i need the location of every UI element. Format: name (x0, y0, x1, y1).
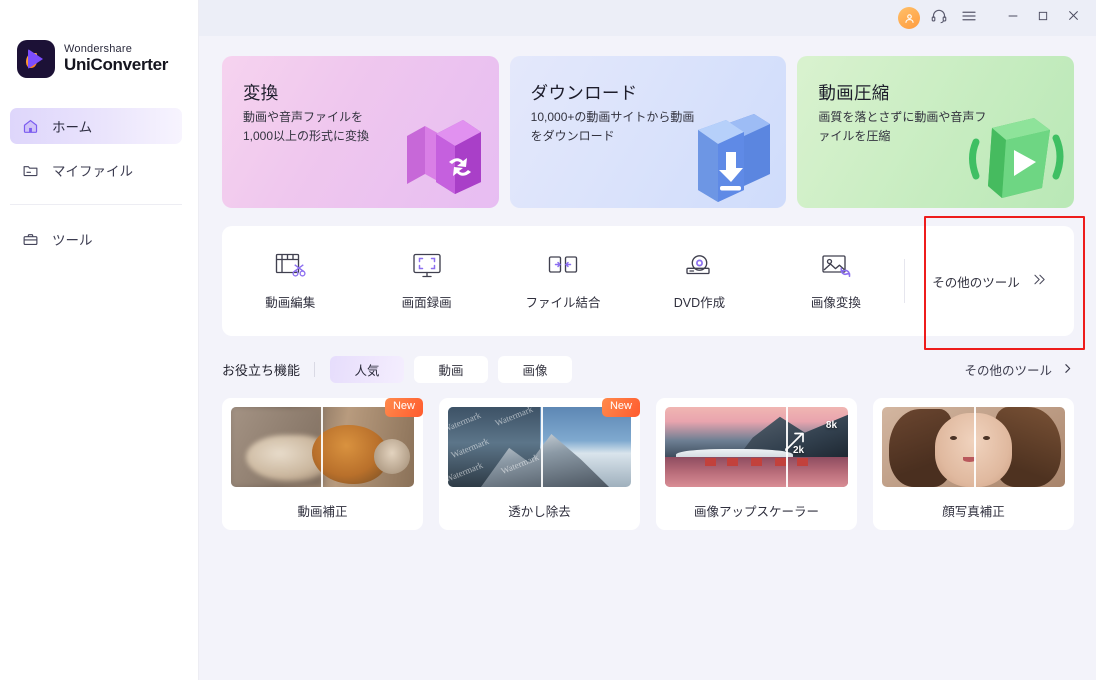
filter-more-tools-link[interactable]: その他のツール (964, 360, 1074, 379)
tools-strip: 動画編集 画面録画 ファイル結合 DVD作成 画像変換 その他のツール (222, 226, 1074, 336)
sidebar-item-myfiles[interactable]: マイファイル (10, 152, 182, 188)
filter-chip-popular[interactable]: 人気 (330, 356, 405, 383)
hero-card-title: ダウンロード (530, 83, 638, 103)
main-area: 変換 動画や音声ファイルを1,000以上の形式に変換 ダウンロード 10,000… (199, 0, 1096, 680)
image-upscale-thumb: 2k 8k (665, 407, 848, 487)
sidebar: Wondershare UniConverter ホーム マイファイル ツール (0, 0, 199, 680)
toolbox-icon (22, 231, 39, 248)
hero-card-download[interactable]: ダウンロード 10,000+の動画サイトから動画をダウンロード (509, 56, 787, 208)
headset-icon (930, 7, 948, 30)
filter-section-title: お役立ち機能 (222, 363, 301, 378)
logo-mark-icon (17, 40, 55, 78)
feature-card-image-upscaler[interactable]: 2k 8k 画像アップスケーラー (656, 398, 857, 530)
content: 変換 動画や音声ファイルを1,000以上の形式に変換 ダウンロード 10,000… (199, 36, 1096, 680)
filter-divider (314, 362, 316, 377)
new-badge: New (384, 398, 423, 417)
more-tools-button[interactable]: その他のツール (904, 259, 1074, 303)
feature-card-label: 画像アップスケーラー (693, 505, 819, 519)
sidebar-item-label: ホーム (52, 120, 93, 135)
image-convert-icon (819, 251, 853, 281)
double-chevron-right-icon (1030, 271, 1047, 291)
tool-dvd-burn[interactable]: DVD作成 (631, 226, 767, 336)
face-retouch-thumb (882, 407, 1065, 487)
uniconverter-window: Wondershare UniConverter ホーム マイファイル ツール … (0, 0, 1096, 680)
tool-label: 画面録画 (401, 296, 452, 310)
brand-line-2: UniConverter (64, 54, 169, 74)
chevron-right-icon (1061, 362, 1074, 378)
watermark-remove-thumb: Watermark Watermark Watermark Watermark … (448, 407, 631, 487)
tool-label: 動画編集 (265, 296, 316, 310)
screen-record-icon (410, 251, 444, 281)
hero-card-title: 変換 (243, 83, 279, 103)
new-badge: New (601, 398, 640, 417)
hero-card-compress[interactable]: 動画圧縮 画質を落とさずに動画や音声ファイルを圧縮 (797, 56, 1075, 208)
feature-card-label: 顔写真補正 (942, 505, 1005, 519)
user-avatar-icon (898, 7, 920, 29)
filter-more-label: その他のツール (964, 364, 1052, 378)
tool-label: ファイル結合 (525, 296, 601, 310)
home-icon (22, 118, 39, 135)
merge-files-icon (546, 251, 580, 281)
upscale-from-label: 2k (792, 445, 805, 457)
feature-card-label: 透かし除去 (508, 505, 571, 519)
feature-card-video-enhance[interactable]: New 動画補正 (222, 398, 423, 530)
hero-card-desc: 動画や音声ファイルを1,000以上の形式に変換 (243, 110, 370, 143)
minimize-icon (1005, 8, 1021, 29)
tool-merge-files[interactable]: ファイル結合 (495, 226, 631, 336)
tool-image-convert[interactable]: 画像変換 (768, 226, 904, 336)
sidebar-nav: ホーム マイファイル ツール (0, 108, 198, 257)
sidebar-divider (10, 204, 182, 205)
hero-card-convert[interactable]: 変換 動画や音声ファイルを1,000以上の形式に変換 (222, 56, 499, 208)
feature-card-watermark-remove[interactable]: Watermark Watermark Watermark Watermark … (439, 398, 640, 530)
convert-3d-icon (406, 120, 481, 194)
filter-row: お役立ち機能 人気 動画 画像 その他のツール (222, 356, 1074, 383)
compress-3d-icon (969, 118, 1064, 198)
support-button[interactable] (924, 3, 954, 33)
tool-label: 画像変換 (810, 296, 861, 310)
app-logo: Wondershare UniConverter (0, 0, 198, 78)
tools-strip-wrap: 動画編集 画面録画 ファイル結合 DVD作成 画像変換 その他のツール (222, 216, 1085, 350)
upscale-to-label: 8k (825, 419, 838, 431)
feature-card-row: New 動画補正 Watermark Watermark Watermark W… (222, 398, 1074, 530)
maximize-button[interactable] (1028, 3, 1058, 33)
video-enhance-thumb (231, 407, 414, 487)
minimize-button[interactable] (998, 3, 1028, 33)
download-3d-icon (698, 114, 771, 202)
feature-card-face-retouch[interactable]: 顔写真補正 (873, 398, 1074, 530)
filter-chip-video[interactable]: 動画 (414, 356, 489, 383)
tool-label: DVD作成 (673, 296, 726, 310)
feature-card-label: 動画補正 (297, 505, 348, 519)
sidebar-item-label: マイファイル (52, 164, 133, 179)
video-edit-icon (273, 251, 307, 281)
hero-card-row: 変換 動画や音声ファイルを1,000以上の形式に変換 ダウンロード 10,000… (222, 56, 1075, 208)
menu-button[interactable] (954, 3, 984, 33)
filter-chip-image[interactable]: 画像 (498, 356, 573, 383)
tool-screen-record[interactable]: 画面録画 (358, 226, 494, 336)
dvd-burn-icon (682, 251, 716, 281)
folder-icon (22, 162, 39, 179)
account-button[interactable] (894, 3, 924, 33)
titlebar (199, 0, 1096, 36)
sidebar-item-tools[interactable]: ツール (10, 221, 182, 257)
sidebar-item-home[interactable]: ホーム (10, 108, 182, 144)
more-tools-label: その他のツール (932, 275, 1020, 290)
maximize-icon (1035, 8, 1051, 29)
close-icon (1065, 7, 1082, 29)
sidebar-item-label: ツール (52, 233, 93, 248)
close-button[interactable] (1058, 3, 1088, 33)
hamburger-menu-icon (960, 7, 978, 30)
tool-video-edit[interactable]: 動画編集 (222, 226, 358, 336)
hero-card-title: 動画圧縮 (818, 83, 890, 103)
